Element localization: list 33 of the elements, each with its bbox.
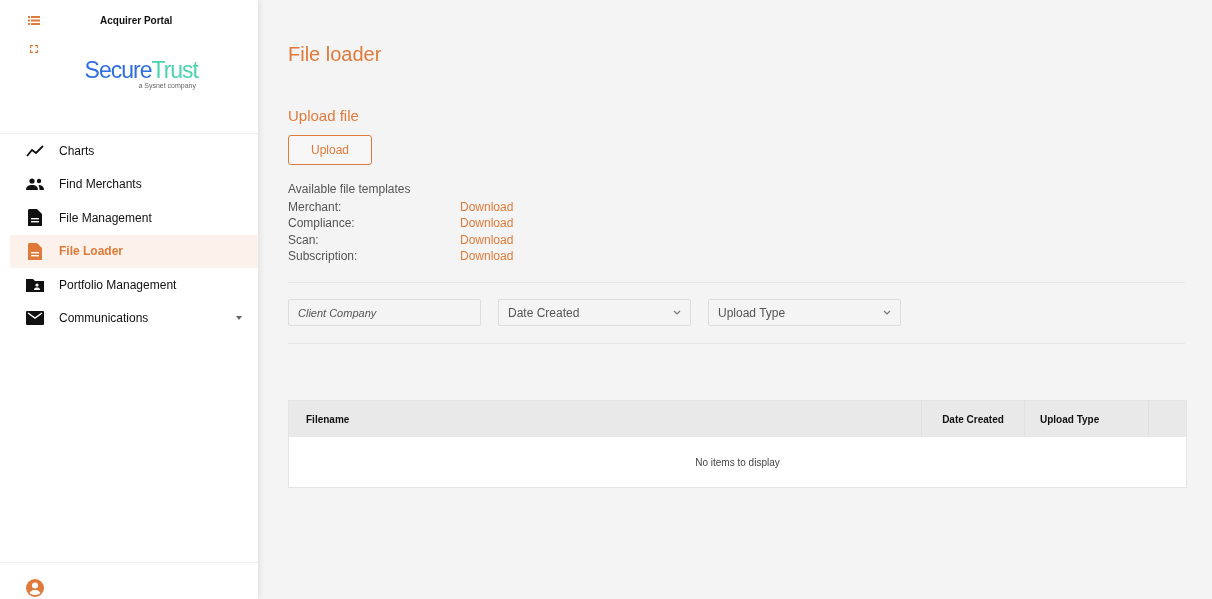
menu-icon[interactable] xyxy=(28,15,40,25)
document-icon xyxy=(28,209,42,227)
empty-message: No items to display xyxy=(694,455,781,470)
client-company-field[interactable]: Client Company xyxy=(288,299,481,327)
page-title: File loader xyxy=(288,43,383,66)
sidebar-item[interactable]: Communications xyxy=(10,301,258,335)
people-icon xyxy=(26,178,44,191)
folder-person-icon xyxy=(26,277,44,292)
column-header[interactable]: Filename xyxy=(289,401,921,438)
trend-line-icon xyxy=(26,144,44,157)
chevron-down-icon xyxy=(883,310,891,316)
template-name: Merchant: xyxy=(288,199,343,216)
templates-heading: Available file templates xyxy=(288,182,412,196)
sidebar-item[interactable]: File Management xyxy=(10,201,258,235)
dropdown[interactable]: Date Created xyxy=(498,299,691,327)
document-icon xyxy=(28,242,42,260)
column-header[interactable]: Upload Type xyxy=(1024,401,1148,438)
mail-icon xyxy=(26,311,44,326)
dropdown[interactable]: Upload Type xyxy=(708,299,901,327)
section-heading: Upload file xyxy=(288,107,360,124)
column-header[interactable]: Date Created xyxy=(921,401,1024,438)
chevron-down-icon xyxy=(673,310,681,316)
template-name: Subscription: xyxy=(288,247,359,265)
user-icon[interactable] xyxy=(26,579,44,597)
sidebar-item[interactable]: Portfolio Management xyxy=(10,268,258,302)
sidebar-item[interactable]: Find Merchants xyxy=(10,167,258,201)
caret-icon xyxy=(236,316,242,321)
template-name: Compliance: xyxy=(288,215,356,232)
sidebar-item[interactable]: Charts xyxy=(10,134,258,168)
template-name: Scan: xyxy=(288,231,320,248)
app-title: Acquirer Portal xyxy=(100,15,173,26)
fullscreen-icon[interactable] xyxy=(30,45,38,53)
logo-wordmark: SecureTrust xyxy=(84,59,198,82)
